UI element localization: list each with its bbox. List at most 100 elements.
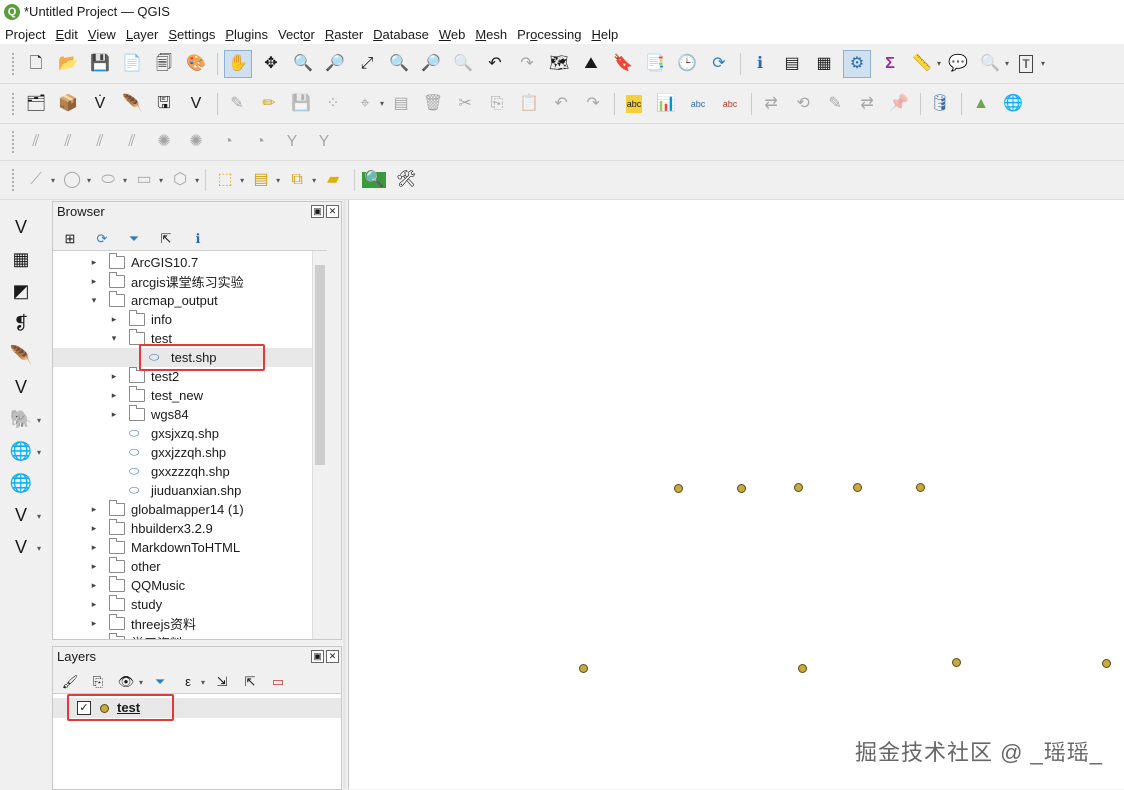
menu-view[interactable]: View bbox=[83, 24, 121, 44]
expand-arrow-icon[interactable]: ▾ bbox=[89, 295, 99, 306]
show-hide-labels-icon[interactable]: abc bbox=[717, 91, 743, 117]
expand-arrow-icon[interactable]: ▸ bbox=[89, 504, 99, 515]
rotate-label-icon[interactable]: ⟲ bbox=[790, 91, 816, 117]
refresh-browser-icon[interactable]: ⟳ bbox=[91, 226, 113, 252]
collapse-all-layers-icon[interactable]: ⇱ bbox=[239, 669, 261, 695]
zoom-native-icon[interactable]: 🔍 bbox=[450, 51, 476, 77]
style-manager-icon[interactable]: 🎨 bbox=[183, 51, 209, 77]
menu-raster[interactable]: Raster bbox=[320, 24, 368, 44]
add-group-icon[interactable]: ⎘ bbox=[87, 669, 109, 695]
browser-item[interactable]: ⬭ gxxjzzqh.shp bbox=[53, 443, 327, 462]
menu-plugins[interactable]: Plugins bbox=[220, 24, 273, 44]
zoom-full-icon[interactable]: ⤢ bbox=[354, 51, 380, 77]
browser-item[interactable]: ▸ threejs资料 bbox=[53, 614, 327, 633]
browser-item[interactable]: ▸ study bbox=[53, 595, 327, 614]
current-edits-icon[interactable]: ✎ bbox=[224, 91, 250, 117]
add-wfs-layer-icon[interactable]: V bbox=[8, 502, 34, 528]
expand-arrow-icon[interactable]: ▸ bbox=[89, 523, 99, 534]
locate-feature-icon[interactable]: 🔍 bbox=[361, 167, 387, 193]
browser-item[interactable]: ⬭ gxsjxzq.shp bbox=[53, 424, 327, 443]
browser-item[interactable]: ▸ MarkdownToHTML bbox=[53, 538, 327, 557]
zoom-out-icon[interactable]: 🔎 bbox=[322, 51, 348, 77]
select-by-value-icon[interactable]: ▤ bbox=[248, 167, 274, 193]
redo-icon[interactable]: ↷ bbox=[580, 91, 606, 117]
bookmark-icon[interactable]: 🔖 bbox=[610, 51, 636, 77]
new-geopackage-icon[interactable]: 📦 bbox=[55, 91, 81, 117]
browser-item[interactable]: ▸ info bbox=[53, 310, 327, 329]
layout-manager-icon[interactable]: 🗐 bbox=[151, 51, 177, 77]
browser-item[interactable]: ⬭ gxxzzzqh.shp bbox=[53, 462, 327, 481]
toolbar-handle[interactable] bbox=[12, 92, 17, 115]
zoom-to-selection-icon[interactable]: 🔍 bbox=[386, 51, 412, 77]
float-panel-icon[interactable]: ▣ bbox=[311, 205, 324, 218]
shape-rectangle-icon[interactable]: ▭ bbox=[131, 167, 157, 193]
expand-arrow-icon[interactable]: ▸ bbox=[109, 371, 119, 382]
filter-browser-icon[interactable]: ⏷ bbox=[123, 226, 145, 252]
map-tips-icon[interactable]: 💬 bbox=[945, 51, 971, 77]
delete-selected-icon[interactable]: 🗑 bbox=[420, 91, 446, 117]
expand-arrow-icon[interactable]: ▾ bbox=[109, 333, 119, 344]
map-canvas[interactable]: 掘金技术社区 @ _瑶瑶_ bbox=[348, 200, 1124, 789]
measure-line-icon[interactable]: 📏 bbox=[909, 51, 935, 77]
expand-arrow-icon[interactable]: ▸ bbox=[89, 580, 99, 591]
expand-arrow-icon[interactable]: ▸ bbox=[89, 561, 99, 572]
refresh-icon[interactable]: ⟳ bbox=[706, 51, 732, 77]
paste-features-icon[interactable]: 📋 bbox=[516, 91, 542, 117]
toggle-editing-icon[interactable]: ✏ bbox=[256, 91, 282, 117]
add-raster-layer-icon[interactable]: ▦ bbox=[8, 246, 34, 272]
web-plugin-icon[interactable]: 🌐 bbox=[1000, 91, 1026, 117]
modify-attributes-icon[interactable]: ▤ bbox=[388, 91, 414, 117]
collapse-all-icon[interactable]: ⇱ bbox=[155, 226, 177, 252]
new-virtual-layer-icon[interactable]: V bbox=[183, 91, 209, 117]
menu-project[interactable]: Project bbox=[0, 24, 50, 44]
georeferencer-icon[interactable]: ▲ bbox=[968, 91, 994, 117]
copy-features-icon[interactable]: ⎘ bbox=[484, 91, 510, 117]
new-spatialite-icon[interactable]: 🪶 bbox=[119, 91, 145, 117]
zoom-next-icon[interactable]: ↷ bbox=[514, 51, 540, 77]
menu-mesh[interactable]: Mesh bbox=[470, 24, 512, 44]
open-project-icon[interactable]: 📂 bbox=[55, 51, 81, 77]
browser-scrollbar[interactable] bbox=[312, 251, 327, 639]
add-xyz-layer-icon[interactable]: 🌐 bbox=[8, 470, 34, 496]
add-vector-layer-icon[interactable]: V bbox=[8, 214, 34, 240]
close-panel-icon[interactable]: ✕ bbox=[326, 205, 339, 218]
reshape-features-icon[interactable]: ⫽ bbox=[23, 129, 49, 155]
menu-vector[interactable]: Vector bbox=[273, 24, 320, 44]
enable-properties-icon[interactable]: ℹ bbox=[187, 226, 209, 252]
browser-item[interactable]: ▸ 学习资料 bbox=[53, 633, 327, 639]
select-by-location-icon[interactable]: ▰ bbox=[320, 167, 346, 193]
shape-circle-icon[interactable]: ◯ bbox=[59, 167, 85, 193]
add-delimited-text-icon[interactable]: ❡ bbox=[8, 310, 34, 336]
browser-item[interactable]: ▸ test_new bbox=[53, 386, 327, 405]
advanced-digitizing-icon[interactable]: ⟋ bbox=[23, 167, 49, 193]
field-calculator-icon[interactable]: ▦ bbox=[811, 51, 837, 77]
show-bookmarks-icon[interactable]: 📑 bbox=[642, 51, 668, 77]
move-diagram-icon[interactable]: ⇄ bbox=[854, 91, 880, 117]
browser-item[interactable]: ▸ ArcGIS10.7 bbox=[53, 253, 327, 272]
new-shapefile-icon[interactable]: V̇ bbox=[87, 91, 113, 117]
filter-by-expression-icon[interactable]: ε bbox=[177, 669, 199, 695]
deselect-features-icon[interactable]: ⧉ bbox=[284, 167, 310, 193]
undo-icon[interactable]: ↶ bbox=[548, 91, 574, 117]
browser-item[interactable]: ▸ globalmapper14 (1) bbox=[53, 500, 327, 519]
add-ring-icon[interactable]: ✺ bbox=[183, 129, 209, 155]
save-edits-icon[interactable]: 💾 bbox=[288, 91, 314, 117]
expand-arrow-icon[interactable]: ▸ bbox=[109, 390, 119, 401]
remove-layer-icon[interactable]: ▭ bbox=[267, 669, 289, 695]
fill-ring-icon[interactable]: ◔ bbox=[247, 129, 273, 155]
open-layer-styling-icon[interactable]: 🖌 bbox=[59, 669, 81, 695]
plugin-tool-icon[interactable]: 🛠 bbox=[393, 167, 419, 193]
new-project-icon[interactable]: 🗋 bbox=[23, 51, 49, 77]
locator-search-icon[interactable]: 🔍 bbox=[977, 51, 1003, 77]
processing-toolbox-icon[interactable]: ⚙ bbox=[843, 49, 871, 78]
save-project-icon[interactable]: 💾 bbox=[87, 51, 113, 77]
browser-item[interactable]: ▸ other bbox=[53, 557, 327, 576]
toolbar-handle[interactable] bbox=[12, 52, 17, 75]
pin-labels-icon[interactable]: abc bbox=[685, 91, 711, 117]
cut-features-icon[interactable]: ✂ bbox=[452, 91, 478, 117]
data-source-manager-icon[interactable]: 🗂 bbox=[23, 91, 49, 117]
add-mesh-layer-icon[interactable]: ◩ bbox=[8, 278, 34, 304]
expand-arrow-icon[interactable]: ▸ bbox=[89, 542, 99, 553]
expand-arrow-icon[interactable]: ▸ bbox=[89, 618, 99, 629]
browser-item[interactable]: ▾ arcmap_output bbox=[53, 291, 327, 310]
